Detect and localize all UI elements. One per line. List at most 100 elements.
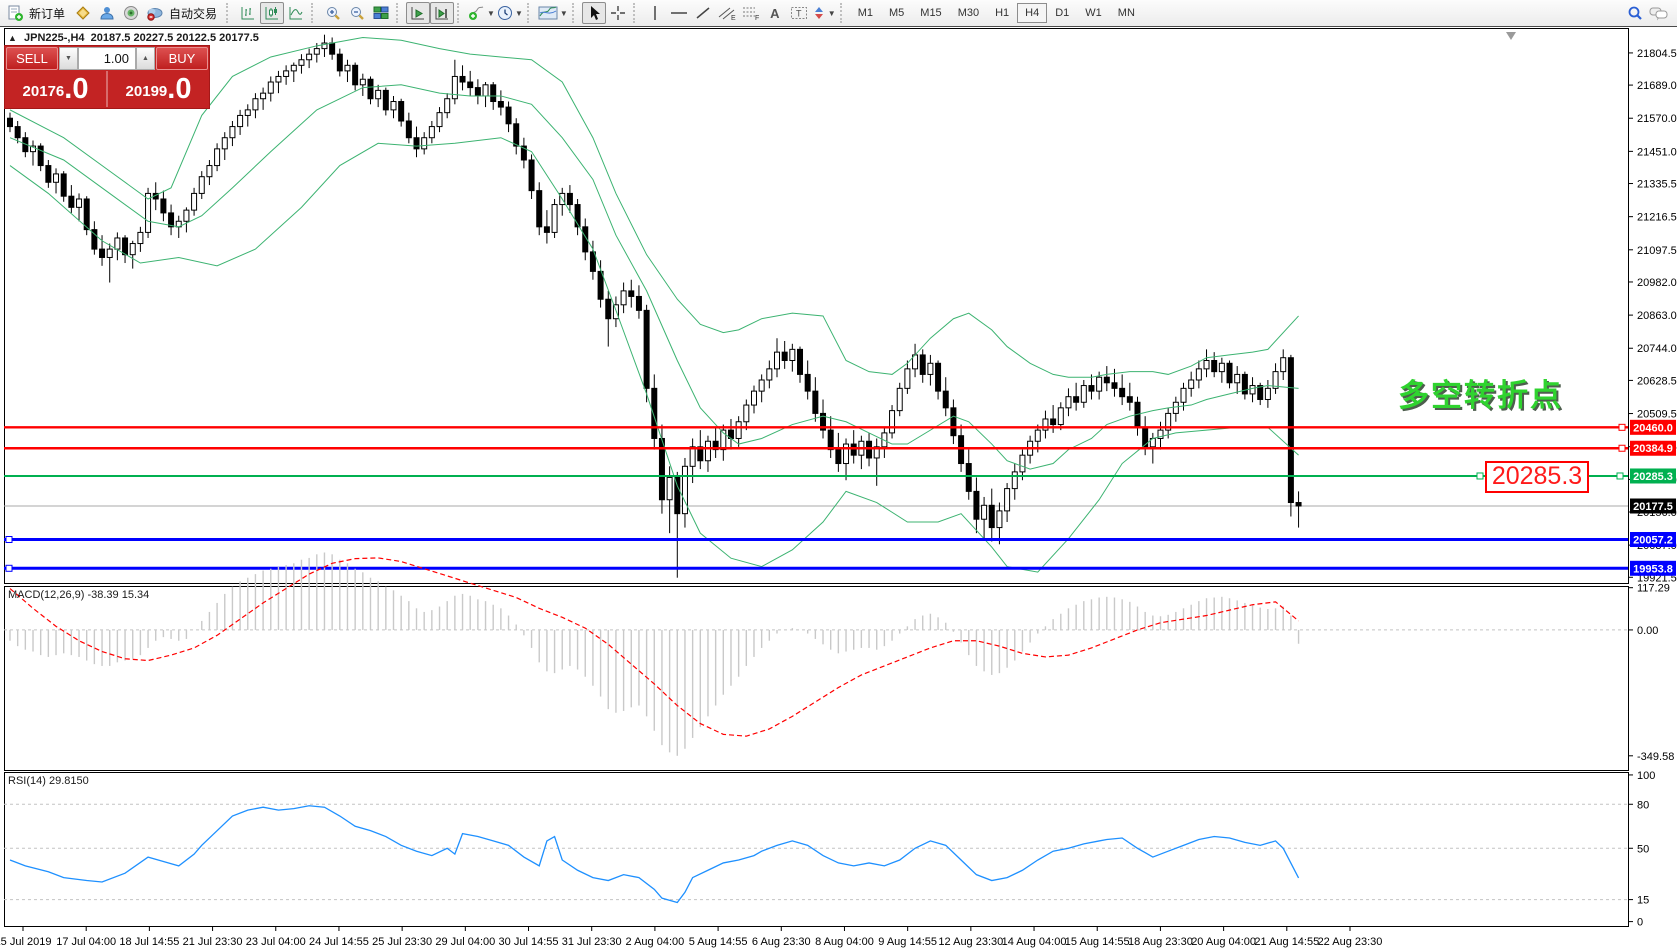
svg-text:9 Aug 14:55: 9 Aug 14:55 xyxy=(878,936,937,948)
timeframe-button-M30[interactable]: M30 xyxy=(950,3,987,23)
clock-icon xyxy=(497,5,513,21)
chat-button[interactable] xyxy=(1647,2,1671,24)
tile-windows-button[interactable] xyxy=(369,2,393,24)
cursor-tool-button[interactable] xyxy=(582,2,606,24)
timeframe-button-M15[interactable]: M15 xyxy=(912,3,949,23)
svg-text:18 Jul 14:55: 18 Jul 14:55 xyxy=(119,936,179,948)
auto-trading-button[interactable] xyxy=(143,2,167,24)
candlestick-mode-button[interactable] xyxy=(260,2,284,24)
volume-decrease-button[interactable]: ▼ xyxy=(59,47,78,70)
gold-badge-icon xyxy=(75,5,91,21)
dropdown-caret-icon: ▼ xyxy=(828,9,836,18)
dropdown-caret-icon: ▼ xyxy=(515,9,523,18)
svg-text:20285.3: 20285.3 xyxy=(1633,471,1673,483)
fibonacci-icon: F xyxy=(742,5,760,21)
svg-text:17 Jul 04:00: 17 Jul 04:00 xyxy=(56,936,116,948)
svg-text:29 Jul 04:00: 29 Jul 04:00 xyxy=(435,936,495,948)
svg-text:21 Jul 23:30: 21 Jul 23:30 xyxy=(183,936,243,948)
zoom-in-button[interactable] xyxy=(321,2,345,24)
chart-shift-button[interactable] xyxy=(430,2,454,24)
templates-button[interactable]: ▼ xyxy=(537,2,569,24)
svg-text:15 Aug 14:55: 15 Aug 14:55 xyxy=(1065,936,1130,948)
macd-indicator-label: MACD(12,26,9) -38.39 15.34 xyxy=(8,589,149,601)
indicators-button[interactable]: ▼ xyxy=(467,2,496,24)
svg-text:21216.5: 21216.5 xyxy=(1637,212,1677,224)
svg-text:15: 15 xyxy=(1637,895,1649,907)
auto-scroll-icon xyxy=(410,5,426,21)
timeframe-button-MN[interactable]: MN xyxy=(1110,3,1143,23)
volume-input[interactable]: 1.00 xyxy=(78,47,136,70)
gold-badge-button[interactable] xyxy=(71,2,95,24)
toolbar-separator xyxy=(311,3,318,23)
chart-shift-icon xyxy=(434,5,450,21)
search-button[interactable] xyxy=(1623,2,1647,24)
search-icon xyxy=(1627,5,1643,21)
timeframe-button-H4[interactable]: H4 xyxy=(1017,3,1047,23)
indicators-icon xyxy=(468,5,485,21)
trendline-icon xyxy=(695,5,711,21)
line-chart-mode-button[interactable] xyxy=(284,2,308,24)
vertical-line-tool-button[interactable] xyxy=(643,2,667,24)
buy-price-display[interactable]: 20199 .0 xyxy=(108,71,209,107)
svg-text:5 Aug 14:55: 5 Aug 14:55 xyxy=(689,936,748,948)
timeframe-button-M5[interactable]: M5 xyxy=(881,3,912,23)
toolbar-separator xyxy=(457,3,464,23)
auto-trading-label[interactable]: 自动交易 xyxy=(169,5,217,22)
crosshair-tool-button[interactable] xyxy=(606,2,630,24)
svg-text:20863.0: 20863.0 xyxy=(1637,310,1677,322)
text-label-tool-button[interactable]: T xyxy=(787,2,811,24)
vertical-line-icon xyxy=(649,5,661,21)
chart-canvas[interactable]: 21804.521689.021570.021451.021335.521216… xyxy=(0,27,1677,951)
fibonacci-tool-button[interactable]: F xyxy=(739,2,763,24)
candlestick-icon xyxy=(264,5,280,21)
sell-button[interactable]: SELL xyxy=(6,47,58,70)
arrows-icon xyxy=(812,5,826,21)
buy-button[interactable]: BUY xyxy=(156,47,208,70)
timeframe-button-W1[interactable]: W1 xyxy=(1077,3,1110,23)
bar-chart-mode-button[interactable] xyxy=(236,2,260,24)
svg-text:21335.5: 21335.5 xyxy=(1637,179,1677,191)
sell-price-display[interactable]: 20176 .0 xyxy=(5,71,106,107)
chart-symbol-timeframe: JPN225-,H4 xyxy=(24,32,85,44)
signals-button[interactable] xyxy=(119,2,143,24)
svg-text:20057.2: 20057.2 xyxy=(1633,535,1673,547)
toolbar-separator xyxy=(572,3,579,23)
svg-text:18 Aug 23:30: 18 Aug 23:30 xyxy=(1128,936,1193,948)
toolbar-separator xyxy=(226,3,233,23)
svg-text:23 Jul 04:00: 23 Jul 04:00 xyxy=(246,936,306,948)
svg-text:31 Jul 23:30: 31 Jul 23:30 xyxy=(562,936,622,948)
new-order-icon xyxy=(7,5,24,21)
svg-text:20384.9: 20384.9 xyxy=(1633,443,1673,455)
svg-text:20509.5: 20509.5 xyxy=(1637,409,1677,421)
community-button[interactable] xyxy=(95,2,119,24)
channel-tool-button[interactable]: E xyxy=(715,2,739,24)
text-tool-button[interactable]: A xyxy=(763,2,787,24)
signals-icon xyxy=(123,5,139,21)
horizontal-line-tool-button[interactable] xyxy=(667,2,691,24)
new-order-button[interactable] xyxy=(3,2,27,24)
arrows-tool-button[interactable]: ▼ xyxy=(811,2,837,24)
timeframe-button-M1[interactable]: M1 xyxy=(850,3,881,23)
svg-text:30 Jul 14:55: 30 Jul 14:55 xyxy=(499,936,559,948)
timeframe-button-D1[interactable]: D1 xyxy=(1047,3,1077,23)
zoom-out-button[interactable] xyxy=(345,2,369,24)
collapse-trade-panel-icon[interactable]: ▲ xyxy=(8,33,17,43)
svg-text:80: 80 xyxy=(1637,799,1649,811)
periods-button[interactable]: ▼ xyxy=(496,2,524,24)
rsi-indicator-label: RSI(14) 29.8150 xyxy=(8,775,89,787)
zoom-out-icon xyxy=(349,5,365,21)
auto-scroll-button[interactable] xyxy=(406,2,430,24)
svg-text:21804.5: 21804.5 xyxy=(1637,48,1677,60)
toolbar-separator xyxy=(527,3,534,23)
line-chart-icon xyxy=(288,5,304,21)
trendline-tool-button[interactable] xyxy=(691,2,715,24)
timeframe-button-H1[interactable]: H1 xyxy=(987,3,1017,23)
volume-increase-button[interactable]: ▲ xyxy=(136,47,155,70)
price-callout-box[interactable]: 20285.3 xyxy=(1485,461,1589,493)
new-order-label[interactable]: 新订单 xyxy=(29,5,65,22)
turning-point-annotation[interactable]: 多空转折点 xyxy=(1398,370,1563,415)
svg-text:21097.5: 21097.5 xyxy=(1637,245,1677,257)
chart-ohlc-values: 20187.5 20227.5 20122.5 20177.5 xyxy=(91,32,259,44)
time-axis[interactable]: 15 Jul 201917 Jul 04:0018 Jul 14:5521 Ju… xyxy=(0,927,1382,948)
community-icon xyxy=(99,5,115,21)
